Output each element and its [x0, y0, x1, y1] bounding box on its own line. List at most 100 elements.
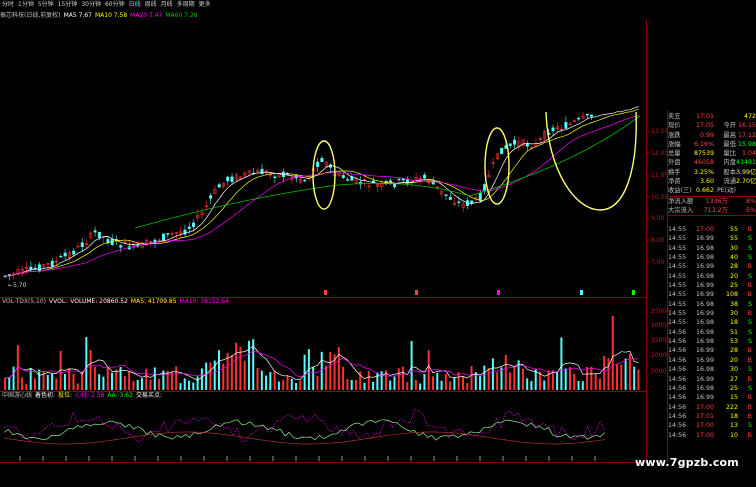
volume-bar	[393, 376, 396, 390]
volume-bar	[4, 378, 6, 390]
volume-bar	[38, 369, 41, 390]
trade-volume: 30	[729, 244, 738, 252]
trade-price: 17.00	[695, 226, 714, 233]
volume-bar	[247, 340, 250, 390]
volume-indicator-title[interactable]: VOL-TDX(5,10)	[2, 298, 46, 306]
trade-price: 16.99	[695, 394, 714, 402]
trade-price: 16.99	[695, 291, 714, 299]
candle-body	[119, 245, 123, 248]
volume-tick: 15000	[651, 337, 671, 344]
volume-bar	[337, 347, 340, 390]
candle-body	[483, 184, 487, 191]
volume-bar	[367, 370, 370, 390]
volume-bar	[222, 363, 225, 390]
trade-time: 14:55	[668, 319, 687, 327]
volume-bar	[269, 372, 272, 390]
volume-bar	[149, 379, 152, 390]
trade-time: 14:55	[668, 263, 687, 271]
volume-bar	[273, 370, 276, 390]
candle-body	[153, 239, 157, 243]
trade-price: 16.98	[695, 272, 714, 280]
candle-body	[590, 114, 594, 117]
trade-price: 16.98	[695, 319, 714, 327]
trade-row: 14:55 16.98 38 S	[668, 300, 756, 309]
quote-extra-value: 1.04	[741, 150, 756, 158]
annotation-ellipse	[484, 127, 510, 205]
indicator-panel-bottom-border	[0, 462, 646, 463]
volume-bar	[496, 372, 499, 390]
volume-bar	[256, 368, 259, 390]
volume-bar	[624, 358, 627, 390]
fund-flow-row: 大宗流入 713.2万 5%	[668, 206, 756, 215]
trade-row: 14:55 16.99 30 B	[668, 309, 756, 318]
volume-bar	[521, 368, 524, 390]
volume-bar	[303, 354, 306, 390]
volume-bar	[577, 380, 580, 390]
flow-label: 净流入额	[668, 197, 694, 205]
price-tick: 8.00	[651, 237, 665, 244]
trade-side: S	[748, 235, 752, 243]
trade-side: S	[748, 272, 752, 280]
trade-volume: 27	[729, 375, 738, 383]
quote-row: 涨幅 6.16% 最低 15.98	[668, 140, 756, 149]
trade-side: S	[748, 328, 752, 336]
volume-bar	[470, 366, 473, 390]
candle-body	[97, 231, 101, 239]
volume-bar	[33, 378, 36, 390]
volume-tick: 10000	[651, 352, 671, 359]
volume-bar	[8, 377, 11, 390]
trade-volume: 13	[729, 422, 738, 430]
candle-body	[230, 176, 234, 183]
volume-bar	[286, 375, 289, 390]
volume-bar	[102, 376, 105, 390]
volume-bar	[444, 374, 447, 390]
quote-label: 涨跌	[668, 131, 681, 139]
trade-side: B	[747, 310, 752, 318]
volume-bar	[136, 379, 139, 390]
trade-volume: 28	[729, 263, 738, 271]
tick-trade-list[interactable]: 14:55 17.00 55 B 14:55 16.99 55 S 14:55 16.98 30 S 1…	[668, 225, 756, 440]
candle-body	[448, 197, 452, 200]
quote-row: 卖五 17.01 472	[668, 112, 756, 121]
trade-price: 16.98	[695, 338, 714, 346]
trade-row: 14:55 16.98 18 S	[668, 318, 756, 327]
trade-volume: 55	[729, 235, 738, 243]
volume-bar	[487, 368, 490, 390]
chart-canvas[interactable]	[0, 0, 756, 487]
vvol-label: VVOL:	[49, 298, 68, 305]
volume-bar	[290, 378, 293, 390]
volume-bar	[111, 372, 113, 390]
trade-price: 16.99	[695, 263, 714, 271]
candle-body	[444, 194, 448, 196]
trade-volume: 25	[729, 384, 738, 392]
candle-body	[226, 176, 230, 182]
trade-row: 14:56 16.99 28 B	[668, 346, 756, 355]
candle-body	[166, 233, 170, 235]
trade-volume: 55	[729, 226, 738, 233]
trade-time: 14:56	[668, 422, 687, 430]
candle-body	[80, 242, 84, 247]
candle-body	[63, 252, 67, 257]
volume-bar	[188, 380, 191, 390]
trade-row: 14:56 16.99 20 B	[668, 356, 756, 365]
volume-bar	[474, 372, 477, 390]
quote-label: 换手	[668, 168, 681, 176]
volume-bar	[55, 378, 58, 390]
volume-bar	[325, 365, 327, 390]
trade-volume: 108	[725, 291, 738, 299]
quote-row: 外盘 46058 内盘 41481	[668, 158, 756, 167]
quote-extra-label: 流通	[723, 178, 736, 186]
indicator-title[interactable]: 中国游心线	[2, 392, 32, 400]
volume-bar	[277, 381, 280, 390]
trade-row: 14:55 16.99 108 B	[668, 290, 756, 299]
volume-bar	[282, 379, 285, 390]
volume-bar	[359, 371, 362, 390]
volume-bar	[230, 355, 233, 390]
trade-time: 14:55	[668, 226, 687, 233]
trade-time: 14:55	[668, 272, 687, 280]
candle-body	[341, 175, 345, 178]
quote-extra-label: 股本	[723, 168, 736, 176]
quote-extra-label: 内盘	[723, 159, 736, 167]
volume-bar	[594, 373, 597, 390]
trade-volume: 25	[729, 282, 738, 290]
